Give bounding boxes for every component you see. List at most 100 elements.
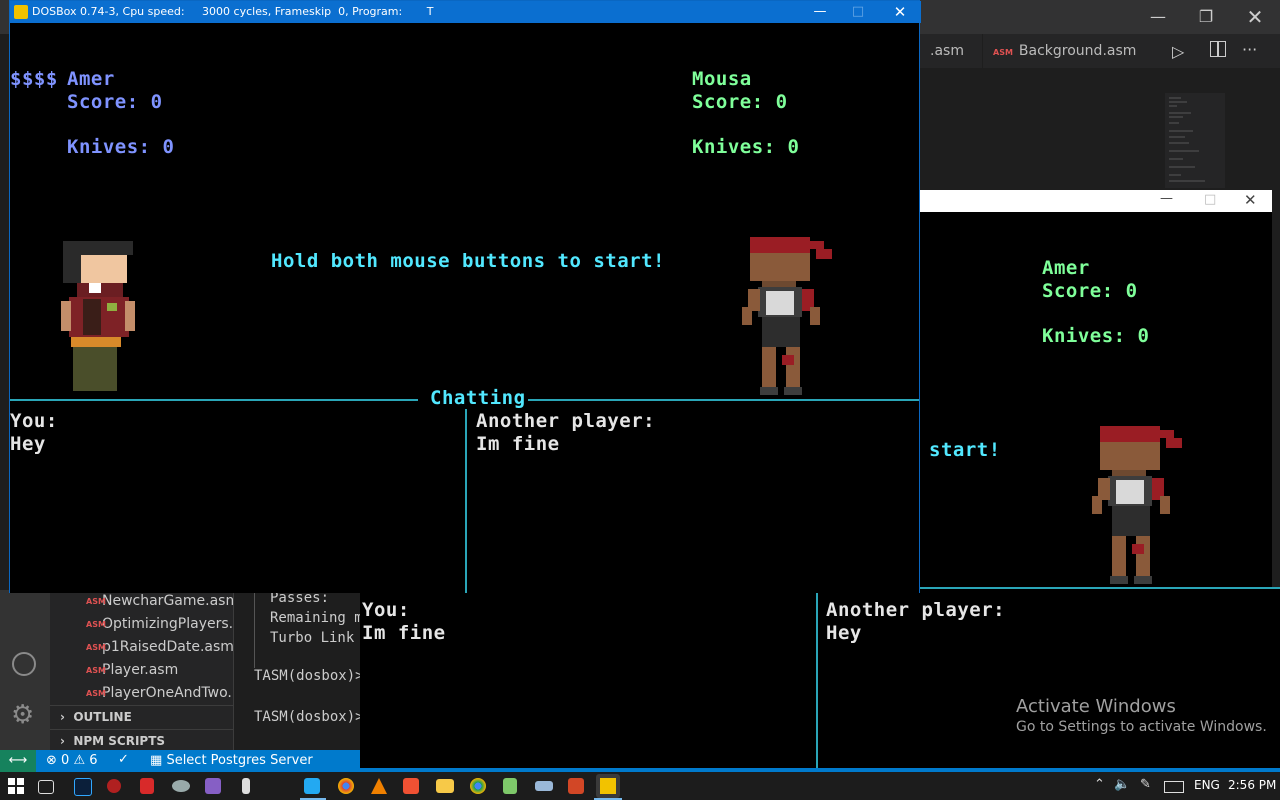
file-name: Player.asm	[102, 662, 179, 678]
currency-indicator: $$$$	[10, 68, 58, 90]
chrome-icon[interactable]	[338, 778, 354, 794]
asm-file-icon: ASM	[86, 620, 106, 629]
player-sprite	[1092, 426, 1182, 584]
app-shield-icon[interactable]	[140, 778, 154, 794]
file-explorer-icon[interactable]	[436, 779, 454, 793]
minimize-icon[interactable]: —	[810, 1, 830, 23]
player2-name: Mousa	[692, 68, 752, 90]
restore-icon[interactable]: ❐	[1183, 0, 1229, 34]
file-name: PlayerOneAndTwo...	[102, 685, 233, 701]
windows-start-icon[interactable]	[8, 778, 24, 794]
split-editor-icon[interactable]	[1210, 41, 1226, 57]
asm-file-icon: ASM	[86, 643, 106, 652]
chat-divider-left	[10, 399, 418, 401]
minimize-icon[interactable]: —	[1160, 191, 1173, 206]
visual-studio-icon[interactable]	[205, 778, 221, 794]
explorer-sidebar: ASM NewcharGame.asm ASM OptimizingPlayers.…	[50, 590, 233, 750]
asm-file-icon: ASM	[86, 666, 106, 675]
maximize-icon[interactable]: □	[1204, 192, 1216, 207]
keyboard-icon[interactable]	[1164, 781, 1184, 793]
volume-icon[interactable]: 🔈	[1114, 777, 1130, 792]
problems-indicator[interactable]: ⊗ 0 ⚠ 6	[46, 753, 98, 768]
close-icon[interactable]: ✕	[890, 1, 910, 23]
chat-you-text: Hey	[10, 433, 46, 455]
vlc-icon[interactable]	[371, 778, 387, 794]
chat-column-divider	[465, 409, 467, 593]
explorer-file[interactable]: ASM NewcharGame.asm	[50, 590, 233, 613]
player-name: Amer	[1042, 257, 1090, 279]
lightning-icon[interactable]: ✓	[118, 752, 129, 767]
chat-other-text: Hey	[826, 622, 862, 644]
more-actions-icon[interactable]: ···	[1242, 40, 1257, 59]
terminal-panel[interactable]: Passes: Remaining m Turbo Link TASM(dosb…	[233, 590, 364, 750]
app-mic-icon[interactable]	[242, 778, 250, 794]
tab-asm-file[interactable]: .asm	[920, 34, 974, 68]
clock[interactable]: 2:56 PM	[1228, 778, 1276, 792]
chat-other-text: Im fine	[476, 433, 560, 455]
start-prompt: Hold both mouse buttons to start!	[271, 250, 665, 272]
section-label: OUTLINE	[73, 710, 132, 724]
minimap[interactable]	[1165, 93, 1225, 188]
file-name: p1RaisedDate.asm	[102, 639, 233, 655]
asm-file-icon: ASM	[86, 597, 106, 606]
close-icon[interactable]: ✕	[1244, 191, 1257, 209]
chat-title: Chatting	[430, 387, 526, 409]
postgres-selector[interactable]: ▦ Select Postgres Server	[150, 753, 313, 768]
player2-sprite	[742, 237, 832, 395]
dosbox-icon	[14, 5, 28, 19]
maximize-icon[interactable]: □	[848, 1, 868, 23]
explorer-file[interactable]: ASM OptimizingPlayers....	[50, 613, 233, 636]
app-red-icon[interactable]	[107, 779, 121, 793]
chrome-icon[interactable]	[470, 778, 486, 794]
section-outline[interactable]: › OUTLINE	[50, 705, 233, 729]
file-name: NewcharGame.asm	[102, 593, 233, 609]
player1-sprite	[61, 241, 135, 391]
explorer-file[interactable]: ASM Player.asm	[50, 659, 233, 682]
minimize-icon[interactable]: —	[1135, 0, 1181, 34]
task-view-icon[interactable]	[38, 780, 54, 794]
run-icon[interactable]: ▷	[1172, 42, 1184, 61]
app-boat-icon[interactable]	[535, 781, 553, 791]
editor-tabs: .asm ASM Background.asm ▷ ···	[920, 34, 1280, 68]
close-icon[interactable]: ✕	[1232, 0, 1278, 34]
tab-label: .asm	[930, 43, 964, 59]
chat-you-text: Im fine	[362, 622, 446, 644]
start-prompt: start!	[929, 439, 1001, 461]
postgres-label: Select Postgres Server	[166, 753, 313, 768]
notepad-icon[interactable]	[503, 778, 517, 794]
error-count: 0	[61, 753, 70, 768]
player-score: Score: 0	[1042, 280, 1138, 302]
powerpoint-icon[interactable]	[568, 778, 584, 794]
accounts-icon[interactable]	[12, 652, 36, 676]
chat-column-divider	[816, 589, 818, 768]
warning-icon: ⚠	[73, 753, 86, 768]
dosbox-titlebar[interactable]: DOSBox 0.74-3, Cpu speed: 3000 cycles, F…	[10, 1, 921, 23]
tab-label: Background.asm	[1018, 43, 1137, 59]
player1-knives: Knives: 0	[67, 136, 175, 158]
tab-background-asm[interactable]: ASM Background.asm	[982, 34, 1146, 68]
language-indicator[interactable]: ENG	[1194, 778, 1220, 792]
error-icon: ⊗	[46, 753, 57, 768]
git-icon[interactable]	[403, 778, 419, 794]
dosbox2-titlebar[interactable]: — □ ✕	[920, 190, 1272, 213]
pen-icon[interactable]: ✎	[1140, 777, 1151, 792]
player1-name: Amer	[67, 68, 115, 90]
remote-icon[interactable]: ⟷	[0, 750, 36, 772]
chevron-right-icon: ›	[60, 734, 65, 748]
window-title: DOSBox 0.74-3, Cpu speed: 3000 cycles, F…	[32, 5, 434, 18]
asm-file-icon: ASM	[993, 48, 1013, 57]
chat-divider-right	[528, 399, 919, 401]
vscode-icon[interactable]	[304, 778, 320, 794]
dosbox-screen[interactable]: $$$$ Amer Score: 0 Knives: 0 Mousa Score…	[10, 23, 919, 593]
explorer-file[interactable]: ASM p1RaisedDate.asm	[50, 636, 233, 659]
explorer-file[interactable]: ASM PlayerOneAndTwo...	[50, 682, 233, 705]
app-cloud-icon[interactable]	[172, 780, 190, 792]
dosbox-taskbar-button[interactable]	[596, 774, 620, 798]
terminal-prompt: TASM(dosbox)>	[254, 709, 364, 725]
chevron-up-icon[interactable]: ⌃	[1094, 777, 1105, 792]
gear-icon[interactable]: ⚙	[11, 702, 34, 728]
photoshop-icon[interactable]	[74, 778, 92, 796]
terminal-line: Remaining m	[270, 610, 363, 626]
windows-taskbar: ⌃ 🔈 ✎ ENG 2:56 PM	[0, 772, 1280, 800]
section-label: NPM SCRIPTS	[73, 734, 166, 748]
